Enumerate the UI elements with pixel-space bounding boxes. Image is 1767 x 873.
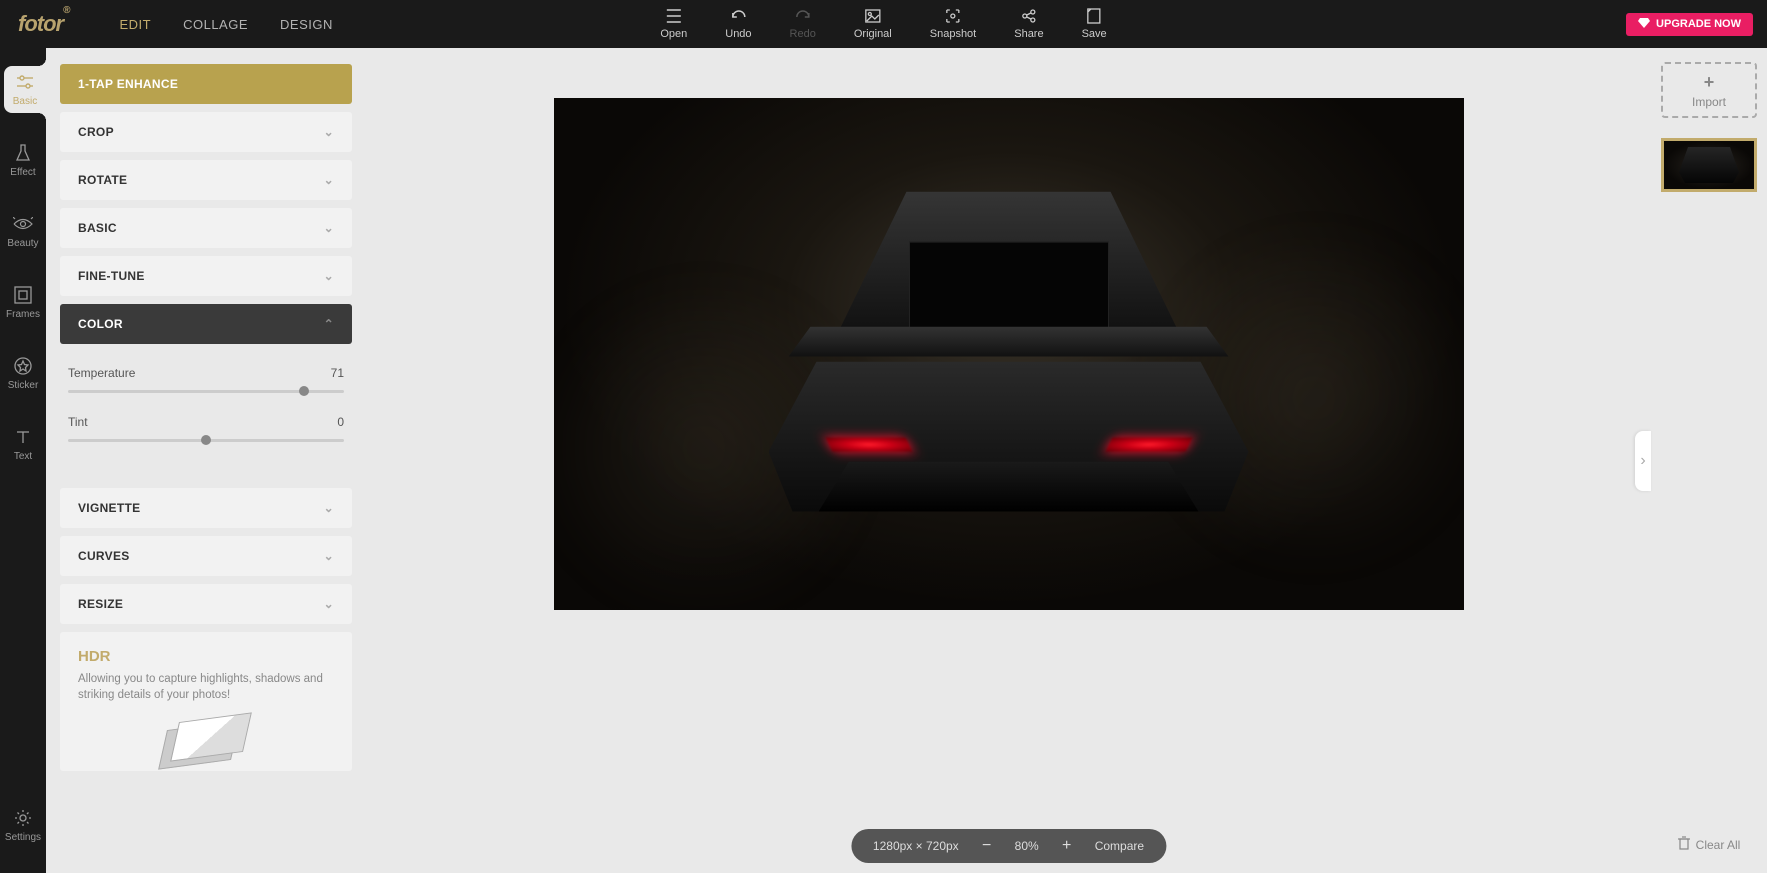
basic-section[interactable]: BASIC⌄: [60, 208, 352, 248]
enhance-button[interactable]: 1-TAP ENHANCE: [60, 64, 352, 104]
temperature-value: 71: [331, 366, 344, 380]
upgrade-button[interactable]: UPGRADE NOW: [1626, 13, 1753, 36]
rail-basic[interactable]: Basic: [4, 66, 46, 113]
tint-slider[interactable]: [68, 439, 344, 442]
diamond-icon: [1638, 18, 1650, 31]
temperature-control: Temperature 71: [64, 366, 348, 393]
rail-effect[interactable]: Effect: [0, 137, 46, 184]
right-sidebar: + Import Clear All: [1651, 48, 1767, 873]
nav-collage[interactable]: COLLAGE: [183, 17, 248, 32]
rail-frames[interactable]: Frames: [0, 279, 46, 326]
menu-icon: [665, 8, 683, 24]
chevron-down-icon: ⌄: [324, 125, 334, 139]
image-dimensions: 1280px × 720px: [873, 839, 959, 853]
rail-settings[interactable]: Settings: [0, 802, 46, 849]
color-section[interactable]: COLOR⌃: [60, 304, 352, 344]
chevron-down-icon: ⌄: [324, 597, 334, 611]
hdr-illustration: [156, 713, 256, 763]
flask-icon: [13, 143, 33, 163]
chevron-up-icon: ⌃: [324, 317, 334, 331]
thumbnail-active[interactable]: [1661, 138, 1757, 192]
logo[interactable]: fotor®: [0, 11, 87, 37]
hdr-promo[interactable]: HDR Allowing you to capture highlights, …: [60, 632, 352, 771]
resize-section[interactable]: RESIZE⌄: [60, 584, 352, 624]
tool-rail: Basic Effect Beauty Frames Sticker Text …: [0, 48, 46, 873]
main-nav: EDIT COLLAGE DESIGN: [119, 17, 332, 32]
chevron-down-icon: ⌄: [324, 269, 334, 283]
rail-sticker[interactable]: Sticker: [0, 350, 46, 397]
chevron-down-icon: ⌄: [324, 549, 334, 563]
vignette-section[interactable]: VIGNETTE⌄: [60, 488, 352, 528]
crop-section[interactable]: CROP⌄: [60, 112, 352, 152]
collapse-right-handle[interactable]: ›: [1635, 431, 1651, 491]
compare-button[interactable]: Compare: [1095, 839, 1144, 853]
temperature-slider[interactable]: [68, 390, 344, 393]
open-tool[interactable]: Open: [660, 8, 687, 40]
share-icon: [1020, 8, 1038, 24]
rail-text[interactable]: Text: [0, 421, 46, 468]
trash-icon: [1678, 836, 1690, 853]
finetune-section[interactable]: FINE-TUNE⌄: [60, 256, 352, 296]
clear-all-button[interactable]: Clear All: [1661, 830, 1757, 859]
curves-section[interactable]: CURVES⌄: [60, 536, 352, 576]
frame-icon: [13, 285, 33, 305]
undo-tool[interactable]: Undo: [725, 8, 751, 40]
rotate-section[interactable]: ROTATE⌄: [60, 160, 352, 200]
snapshot-tool[interactable]: Snapshot: [930, 8, 976, 40]
zoom-in-button[interactable]: +: [1059, 837, 1075, 855]
original-tool[interactable]: Original: [854, 8, 892, 40]
redo-tool[interactable]: Redo: [790, 8, 816, 40]
tint-label: Tint: [68, 415, 88, 429]
chevron-down-icon: ⌄: [324, 501, 334, 515]
zoom-out-button[interactable]: −: [979, 837, 995, 855]
save-tool[interactable]: Save: [1082, 8, 1107, 40]
redo-icon: [794, 8, 812, 24]
plus-icon: +: [1704, 72, 1715, 93]
temperature-label: Temperature: [68, 366, 135, 380]
crop-icon: [944, 8, 962, 24]
basic-panel: 1-TAP ENHANCE CROP⌄ ROTATE⌄ BASIC⌄ FINE-…: [46, 48, 366, 873]
nav-edit[interactable]: EDIT: [119, 17, 151, 32]
gear-icon: [13, 808, 33, 828]
canvas-image[interactable]: [554, 98, 1464, 610]
tint-value: 0: [337, 415, 344, 429]
topbar: fotor® EDIT COLLAGE DESIGN Open Undo Red…: [0, 0, 1767, 48]
zoom-bar: 1280px × 720px − 80% + Compare: [851, 829, 1166, 863]
chevron-down-icon: ⌄: [324, 173, 334, 187]
color-controls: Temperature 71 Tint 0: [60, 352, 352, 488]
text-icon: [13, 427, 33, 447]
nav-design[interactable]: DESIGN: [280, 17, 333, 32]
rail-beauty[interactable]: Beauty: [0, 208, 46, 255]
import-button[interactable]: + Import: [1661, 62, 1757, 118]
share-tool[interactable]: Share: [1014, 8, 1043, 40]
eye-icon: [13, 214, 33, 234]
undo-icon: [729, 8, 747, 24]
tint-control: Tint 0: [64, 415, 348, 442]
save-icon: [1085, 8, 1103, 24]
canvas-area: 1280px × 720px − 80% + Compare ›: [366, 48, 1651, 873]
top-tools: Open Undo Redo Original Snapshot Share S…: [660, 8, 1106, 40]
hdr-title: HDR: [78, 648, 334, 665]
image-icon: [864, 8, 882, 24]
star-icon: [13, 356, 33, 376]
zoom-percent: 80%: [1015, 839, 1039, 853]
chevron-down-icon: ⌄: [324, 221, 334, 235]
hdr-desc: Allowing you to capture highlights, shad…: [78, 671, 334, 703]
sliders-icon: [15, 72, 35, 92]
